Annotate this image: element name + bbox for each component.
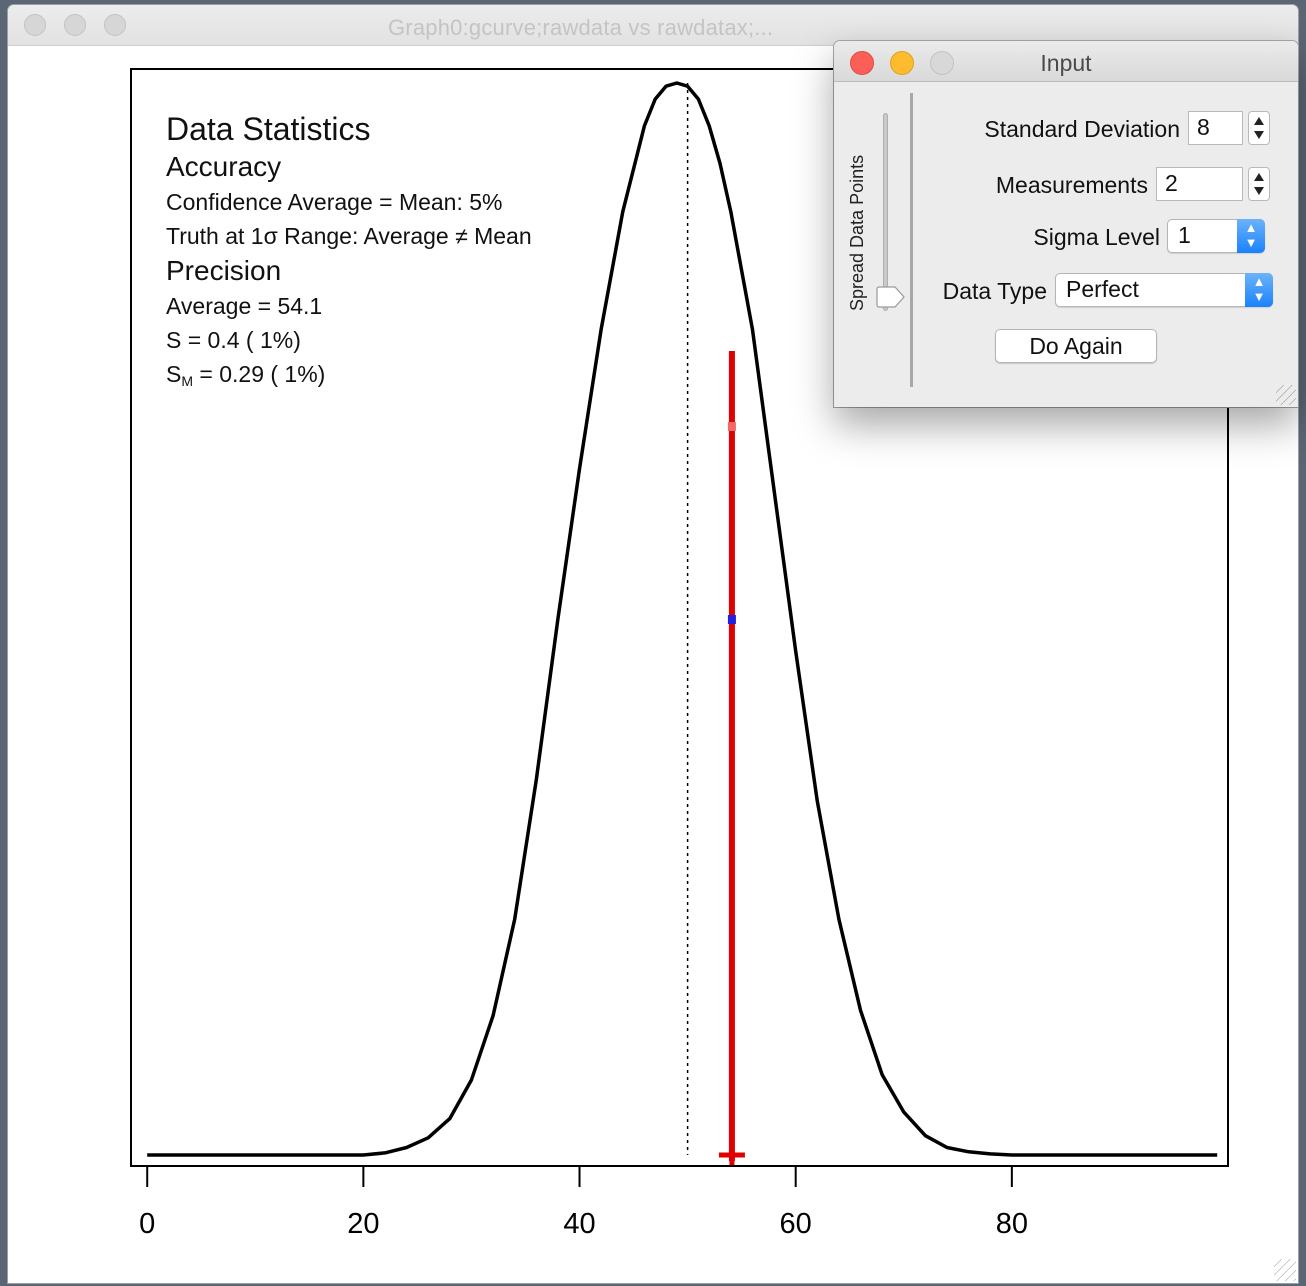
resize-grip-icon[interactable] (1276, 385, 1296, 405)
resize-grip-icon[interactable] (1274, 1259, 1296, 1281)
input-window-title: Input (1040, 50, 1092, 76)
spread-data-points-label: Spread Data Points (847, 154, 867, 311)
std-dev-field[interactable]: 8 (1188, 111, 1243, 145)
sm-line: SM = 0.29 ( 1%) (166, 357, 532, 398)
x-axis-ticks: 0 20 40 60 80 (139, 1166, 1028, 1240)
sm-rest: = 0.29 ( 1%) (193, 361, 326, 387)
spread-slider-thumb[interactable] (876, 285, 906, 309)
blue-data-point (727, 615, 736, 624)
truth-line: Truth at 1σ Range: Average ≠ Mean (166, 223, 532, 249)
accuracy-heading: Accuracy (166, 151, 282, 182)
measurements-field[interactable]: 2 (1156, 167, 1243, 201)
measurements-label: Measurements (995, 172, 1148, 198)
data-type-label: Data Type (942, 278, 1047, 304)
stepper-down-icon[interactable] (1254, 187, 1264, 195)
sm-prefix: S (166, 361, 182, 387)
data-type-select[interactable]: Perfect ▲ ▼ (1055, 273, 1273, 307)
input-titlebar[interactable]: Input (834, 41, 1298, 82)
sigma-level-value: 1 (1178, 222, 1191, 248)
spread-slider-track[interactable] (883, 113, 888, 311)
x-tick-label: 80 (996, 1208, 1028, 1240)
average-line: Average = 54.1 (166, 293, 323, 319)
x-tick-label: 60 (780, 1208, 812, 1240)
stepper-up-icon[interactable] (1254, 173, 1264, 181)
chevron-updown-icon: ▲ ▼ (1245, 273, 1273, 307)
sm-subscript: M (181, 373, 194, 389)
stats-heading: Data Statistics (166, 111, 371, 147)
sigma-level-select[interactable]: 1 ▲ ▼ (1167, 219, 1265, 253)
stepper-up-icon[interactable] (1254, 117, 1264, 125)
sigma-level-label: Sigma Level (1033, 224, 1160, 250)
precision-heading: Precision (166, 255, 282, 286)
input-window: Input Spread Data Points Standard Deviat… (834, 41, 1298, 407)
confidence-line: Confidence Average = Mean: 5% (166, 189, 503, 215)
chevron-updown-icon: ▲ ▼ (1237, 219, 1265, 253)
measurements-stepper[interactable] (1248, 167, 1270, 201)
s-line: S = 0.4 ( 1%) (166, 327, 301, 353)
panel-divider (910, 93, 913, 387)
x-tick-label: 20 (347, 1208, 379, 1240)
stepper-down-icon[interactable] (1254, 131, 1264, 139)
red-data-point (727, 422, 736, 432)
std-dev-label: Standard Deviation (984, 116, 1180, 142)
data-statistics-panel: Data Statistics Accuracy Confidence Aver… (166, 109, 532, 398)
do-again-button[interactable]: Do Again (995, 329, 1157, 363)
x-tick-label: 0 (139, 1208, 155, 1240)
std-dev-stepper[interactable] (1248, 111, 1270, 145)
slider-thumb-shape (876, 286, 905, 308)
data-type-value: Perfect (1066, 276, 1139, 302)
x-tick-label: 40 (563, 1208, 595, 1240)
